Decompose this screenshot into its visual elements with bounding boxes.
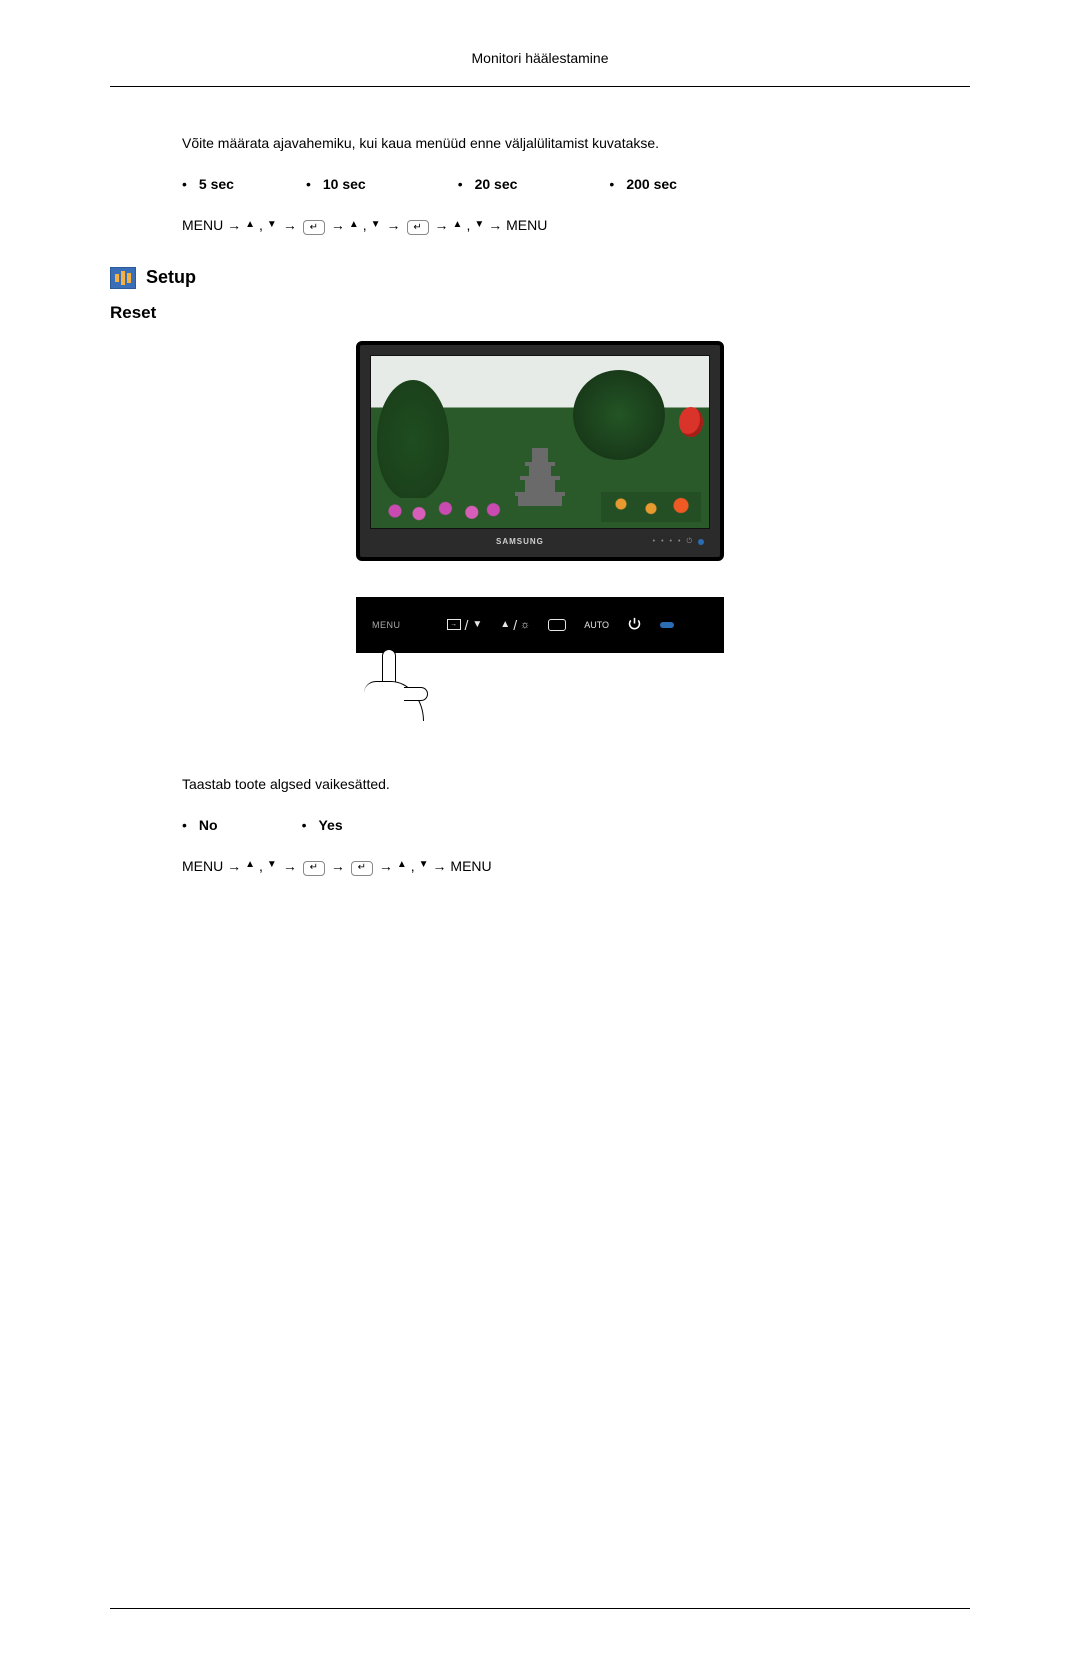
touch-enter-icon: ↵	[548, 619, 566, 631]
triangle-up-icon: ▲	[453, 217, 463, 233]
option-no: • No	[182, 817, 218, 833]
comma: ,	[259, 214, 263, 236]
enter-icon: ↵	[303, 220, 325, 235]
nav-sequence-1: MENU → ▲ , ▼ → ↵ → ▲ , ▼ → ↵ → ▲ , ▼ → M…	[182, 214, 970, 236]
arrow-icon: →	[379, 855, 393, 877]
scene-lantern	[679, 407, 703, 437]
bezel-power-icon: ⏻	[686, 538, 692, 546]
arrow-icon: →	[331, 214, 345, 236]
triangle-down-icon: ▼	[267, 217, 277, 233]
touch-power-icon	[627, 616, 642, 634]
option-label: 200 sec	[626, 176, 677, 192]
comma: ,	[363, 214, 367, 236]
bullet-icon: •	[302, 817, 307, 833]
intro-text: Võite määrata ajavahemiku, kui kaua menü…	[182, 132, 970, 154]
option-20sec: • 20 sec	[458, 176, 518, 192]
monitor-frame: SAMSUNG • • • • ⏻	[356, 341, 724, 561]
option-200sec: • 200 sec	[609, 176, 677, 192]
touch-control-bar: MENU → / ▼ ▲ / ☼ ↵ AUTO	[356, 597, 724, 653]
triangle-up-icon: ▲	[349, 217, 359, 233]
reset-option-row: • No • Yes	[182, 817, 970, 833]
option-10sec: • 10 sec	[306, 176, 366, 192]
scene-trees-right	[573, 370, 665, 460]
touch-bright-up-icon: ▲ / ☼	[500, 617, 530, 633]
bullet-icon: •	[609, 176, 614, 192]
comma: ,	[259, 855, 263, 877]
triangle-up-icon: ▲	[245, 857, 255, 873]
slash: /	[513, 617, 517, 633]
arrow-icon: →	[331, 855, 345, 877]
touch-source-down-icon: → / ▼	[447, 617, 483, 633]
triangle-down-icon: ▼	[371, 217, 381, 233]
triangle-up-icon: ▲	[245, 217, 255, 233]
divider-top	[110, 86, 970, 87]
sun-icon: ☼	[520, 619, 530, 631]
touch-auto-label: AUTO	[584, 620, 609, 630]
arrow-icon: →	[283, 214, 297, 236]
bullet-icon: •	[182, 817, 187, 833]
scene-pagoda	[515, 448, 565, 506]
source-box-icon: →	[447, 619, 461, 630]
setup-bars-icon	[110, 267, 136, 289]
bullet-icon: •	[306, 176, 311, 192]
bezel-led-icon	[698, 539, 704, 545]
slash: /	[465, 617, 469, 633]
option-yes: • Yes	[302, 817, 343, 833]
triangle-up-icon: ▲	[397, 857, 407, 873]
comma: ,	[411, 855, 415, 877]
arrow-icon: →	[283, 855, 297, 877]
bezel-controls: • • • • ⏻	[653, 538, 704, 546]
divider-bottom	[110, 1608, 970, 1609]
triangle-down-icon: ▼	[474, 217, 484, 233]
monitor-brand: SAMSUNG	[496, 537, 544, 546]
timeout-option-row: • 5 sec • 10 sec • 20 sec • 200 sec	[182, 176, 970, 192]
triangle-down-icon: ▼	[419, 857, 429, 873]
monitor-screen	[370, 355, 710, 529]
option-5sec: • 5 sec	[182, 176, 234, 192]
enter-icon: ↵	[407, 220, 429, 235]
touchbar-figure: MENU → / ▼ ▲ / ☼ ↵ AUTO	[110, 597, 970, 717]
bezel-dot-icon: •	[678, 538, 680, 545]
triangle-down-icon: ▼	[267, 857, 277, 873]
scene-trees-left	[377, 380, 449, 500]
page-header-text: Monitori häälestamine	[472, 50, 609, 66]
scene-flowers-left	[383, 498, 503, 524]
reset-heading: Reset	[110, 303, 970, 323]
page-header: Monitori häälestamine	[110, 50, 970, 66]
arrow-icon: →	[387, 214, 401, 236]
hand-pointing-icon	[356, 653, 724, 717]
scene-flowers-right	[601, 492, 701, 522]
bezel-dot-icon: •	[653, 538, 655, 545]
bezel-dot-icon: •	[670, 538, 672, 545]
nav-prefix: MENU →	[182, 855, 241, 877]
option-label: No	[199, 817, 218, 833]
bezel-dot-icon: •	[661, 538, 663, 545]
comma: ,	[466, 214, 470, 236]
setup-title: Setup	[146, 267, 196, 288]
arrow-icon: →	[435, 214, 449, 236]
touch-led-icon	[660, 622, 674, 628]
option-label: Yes	[318, 817, 342, 833]
bullet-icon: •	[182, 176, 187, 192]
nav-sequence-2: MENU → ▲ , ▼ → ↵ → ↵ → ▲ , ▼ → MENU	[182, 855, 970, 877]
setup-section-header: Setup	[110, 267, 970, 289]
option-label: 5 sec	[199, 176, 234, 192]
nav-suffix: → MENU	[488, 214, 547, 236]
option-label: 10 sec	[323, 176, 366, 192]
monitor-figure: SAMSUNG • • • • ⏻	[110, 341, 970, 561]
touch-menu-label: MENU	[372, 620, 401, 630]
nav-prefix: MENU →	[182, 214, 241, 236]
monitor-bezel: SAMSUNG • • • • ⏻	[370, 533, 710, 551]
option-label: 20 sec	[475, 176, 518, 192]
enter-icon: ↵	[351, 861, 373, 876]
bullet-icon: •	[458, 176, 463, 192]
triangle-up-icon: ▲	[500, 619, 510, 630]
enter-icon: ↵	[303, 861, 325, 876]
triangle-down-icon: ▼	[472, 619, 482, 630]
reset-desc: Taastab toote algsed vaikesätted.	[182, 773, 970, 795]
nav-suffix: → MENU	[433, 855, 492, 877]
